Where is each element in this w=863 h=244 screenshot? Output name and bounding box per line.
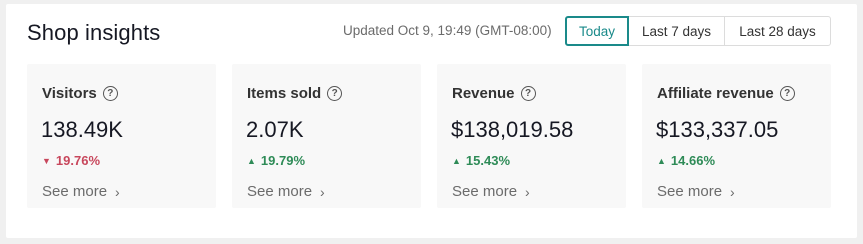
date-range-selector: Today Last 7 days Last 28 days bbox=[565, 16, 831, 46]
metric-card-affiliate-revenue: Affiliate revenue ? $133,337.05 ▲ 14.66%… bbox=[642, 64, 831, 208]
arrow-up-icon: ▲ bbox=[247, 155, 256, 166]
metric-value: 138.49K bbox=[41, 117, 123, 142]
help-icon[interactable]: ? bbox=[102, 86, 118, 101]
see-more-label: See more bbox=[452, 183, 518, 200]
metric-value: 2.07K bbox=[246, 117, 304, 142]
chevron-right-icon: › bbox=[115, 183, 120, 200]
metric-label: Items sold ? bbox=[247, 85, 343, 102]
metric-cards: Visitors ? 138.49K ▼ 19.76% See more › I… bbox=[27, 64, 831, 208]
metric-card-visitors: Visitors ? 138.49K ▼ 19.76% See more › bbox=[27, 64, 216, 208]
page-title: Shop insights bbox=[27, 20, 161, 45]
metric-change: ▲ 14.66% bbox=[657, 153, 715, 168]
metric-change: ▼ 19.76% bbox=[42, 153, 100, 168]
metric-label-text: Items sold bbox=[247, 85, 322, 102]
metric-card-items-sold: Items sold ? 2.07K ▲ 19.79% See more › bbox=[232, 64, 421, 208]
see-more-link[interactable]: See more › bbox=[42, 183, 120, 200]
metric-label-text: Revenue bbox=[452, 85, 515, 102]
metric-label: Visitors ? bbox=[42, 85, 118, 102]
metric-value: $138,019.58 bbox=[451, 117, 574, 142]
metric-label-text: Visitors bbox=[42, 85, 97, 102]
arrow-up-icon: ▲ bbox=[452, 155, 461, 166]
range-7-days-button[interactable]: Last 7 days bbox=[628, 16, 725, 46]
metric-change: ▲ 19.79% bbox=[247, 153, 305, 168]
see-more-link[interactable]: See more › bbox=[247, 183, 325, 200]
metric-change: ▲ 15.43% bbox=[452, 153, 510, 168]
updated-timestamp: Updated Oct 9, 19:49 (GMT-08:00) bbox=[343, 23, 552, 38]
metric-value: $133,337.05 bbox=[656, 117, 779, 142]
see-more-link[interactable]: See more › bbox=[452, 183, 530, 200]
metric-change-value: 19.76% bbox=[55, 153, 101, 168]
metric-change-value: 19.79% bbox=[260, 153, 306, 168]
metric-card-revenue: Revenue ? $138,019.58 ▲ 15.43% See more … bbox=[437, 64, 626, 208]
metric-label-text: Affiliate revenue bbox=[657, 85, 774, 102]
range-28-days-button[interactable]: Last 28 days bbox=[724, 16, 831, 46]
shop-insights-panel: Shop insights Updated Oct 9, 19:49 (GMT-… bbox=[6, 4, 857, 238]
metric-label: Revenue ? bbox=[452, 85, 536, 102]
see-more-label: See more bbox=[42, 183, 108, 200]
chevron-right-icon: › bbox=[730, 183, 735, 200]
arrow-down-icon: ▼ bbox=[42, 155, 51, 166]
see-more-label: See more bbox=[247, 183, 313, 200]
metric-change-value: 14.66% bbox=[670, 153, 716, 168]
chevron-right-icon: › bbox=[525, 183, 530, 200]
help-icon[interactable]: ? bbox=[779, 86, 795, 101]
arrow-up-icon: ▲ bbox=[657, 155, 666, 166]
help-icon[interactable]: ? bbox=[520, 86, 536, 101]
metric-change-value: 15.43% bbox=[465, 153, 511, 168]
help-icon[interactable]: ? bbox=[327, 86, 343, 101]
see-more-label: See more bbox=[657, 183, 723, 200]
see-more-link[interactable]: See more › bbox=[657, 183, 735, 200]
range-today-button[interactable]: Today bbox=[565, 16, 629, 46]
chevron-right-icon: › bbox=[320, 183, 325, 200]
metric-label: Affiliate revenue ? bbox=[657, 85, 795, 102]
